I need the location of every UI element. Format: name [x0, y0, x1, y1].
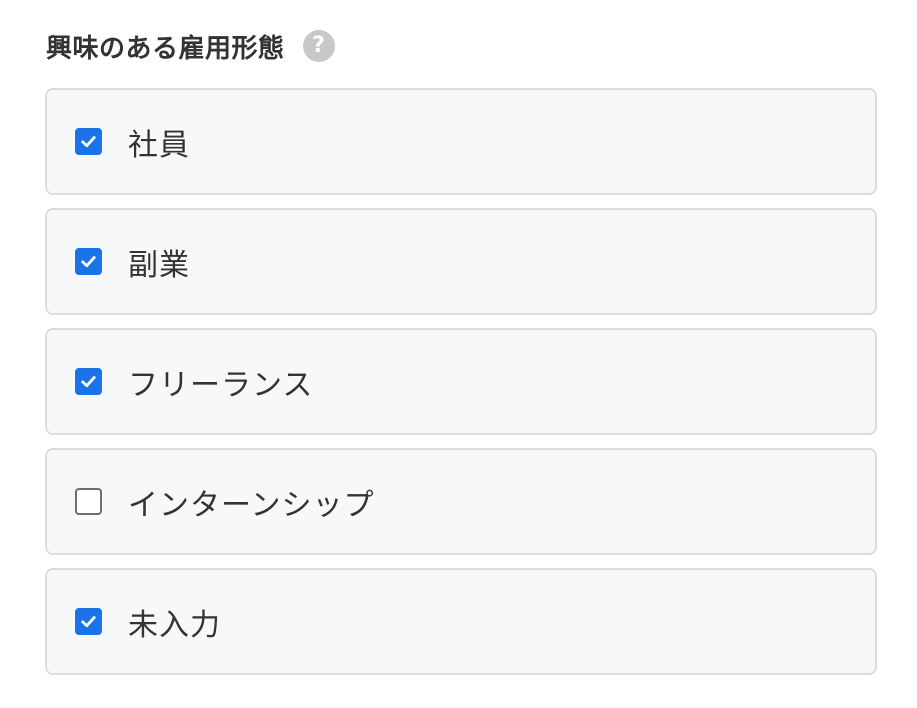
internship-checkbox[interactable]	[75, 488, 102, 515]
seishain-checkbox[interactable]	[75, 128, 102, 155]
option-label: フリーランス	[128, 367, 314, 403]
option-seishain[interactable]: 社員	[45, 88, 877, 195]
section-header: 興味のある雇用形態 ?	[46, 26, 335, 66]
option-label: インターンシップ	[128, 487, 375, 523]
checkmark-icon	[81, 256, 96, 268]
option-label: 副業	[128, 247, 190, 283]
question-circle-icon[interactable]: ?	[302, 30, 335, 62]
option-label: 社員	[128, 127, 190, 163]
fukugyo-checkbox[interactable]	[75, 248, 102, 275]
option-internship[interactable]: インターンシップ	[45, 448, 877, 555]
section-title: 興味のある雇用形態	[46, 33, 285, 64]
employment-type-options: 社員 副業 フリーランス インターンシップ 未入力	[45, 88, 877, 688]
checkmark-icon	[81, 616, 96, 628]
checkmark-icon	[81, 136, 96, 148]
minyuryoku-checkbox[interactable]	[75, 608, 102, 635]
checkmark-icon	[81, 376, 96, 388]
freelance-checkbox[interactable]	[75, 368, 102, 395]
option-label: 未入力	[128, 607, 221, 643]
option-freelance[interactable]: フリーランス	[45, 328, 877, 435]
option-minyuryoku[interactable]: 未入力	[45, 568, 877, 675]
option-fukugyo[interactable]: 副業	[45, 208, 877, 315]
